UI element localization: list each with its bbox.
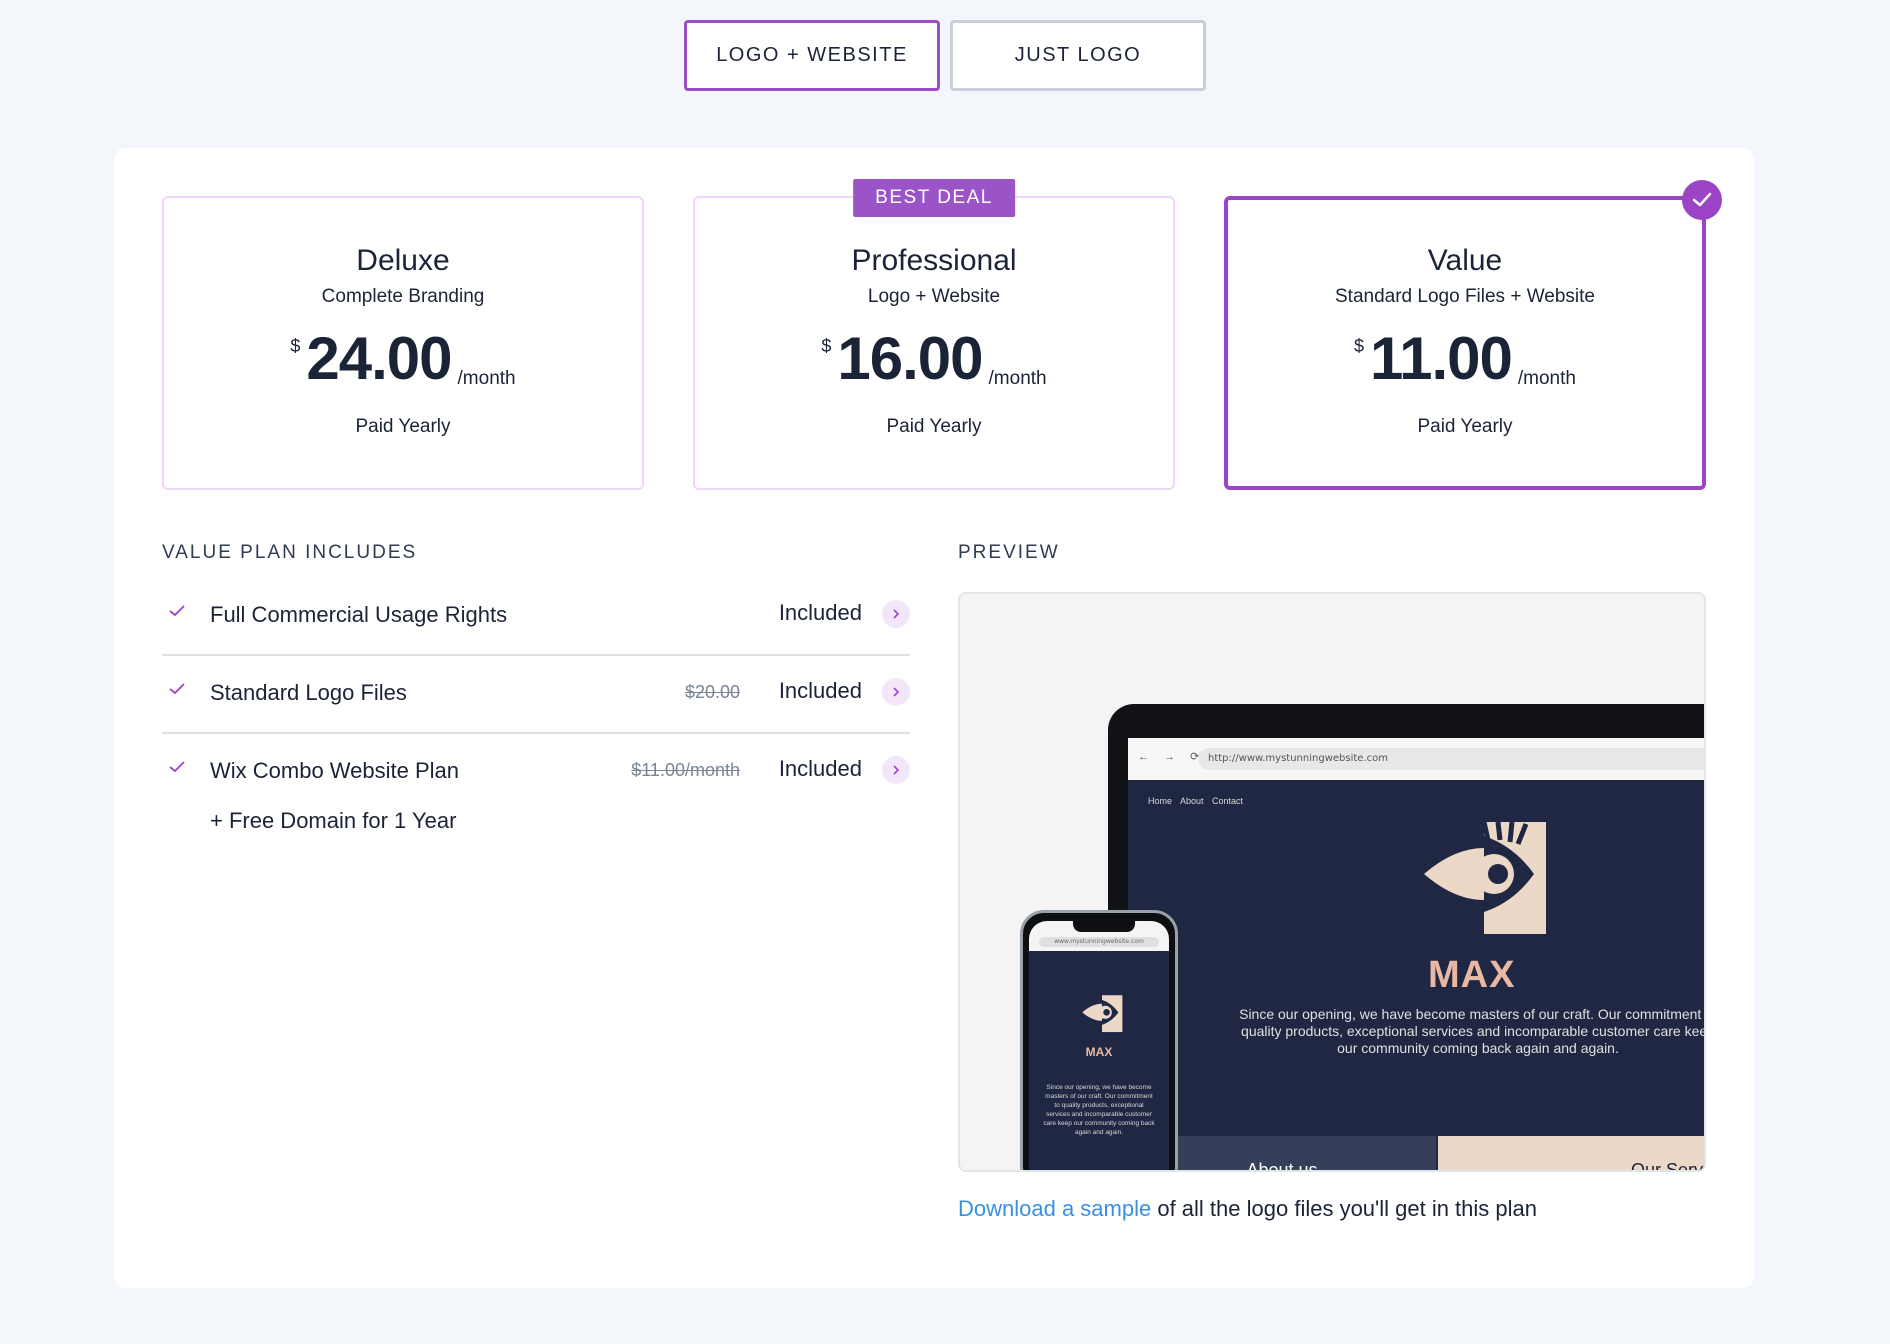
list-item: Full Commercial Usage Rights Included [162,578,910,656]
price-period: /month [457,368,516,389]
price-currency: $ [1354,336,1365,356]
price-period: /month [988,368,1047,389]
include-extra: + Free Domain for 1 Year [210,808,457,833]
include-label: Wix Combo Website Plan [210,758,460,783]
plan-type-toggle: LOGO + WEBSITE JUST LOGO [0,20,1890,91]
price-period: /month [1517,368,1576,389]
include-label: Standard Logo Files [210,680,407,705]
toggle-logo-website[interactable]: LOGO + WEBSITE [684,20,940,91]
preview-image: ← → ⟳ http://www.mystunningwebsite.com H… [958,592,1706,1172]
plans-row: Deluxe Complete Branding $ 24.00 /month … [162,179,1722,490]
chevron-right-icon[interactable] [882,756,910,784]
phone-screen: www.mystunningwebsite.com MAX Since our … [1029,921,1169,1170]
phone-mockup: www.mystunningwebsite.com MAX Since our … [1020,910,1178,1170]
site-nav: Home About Contact [1148,796,1244,806]
check-icon [168,604,186,623]
plan-professional[interactable]: BEST DEAL Professional Logo + Website $ … [693,179,1175,490]
price-row: $ 11.00 /month [1228,328,1702,392]
check-icon [168,682,186,701]
plan-billing: Paid Yearly [886,416,982,437]
price-currency: $ [290,336,301,356]
plan-desc: Standard Logo Files + Website [1335,286,1595,307]
list-item: Wix Combo Website Plan $11.00/month Incl… [162,734,910,854]
old-price: $20.00 [684,682,740,702]
plan-billing: Paid Yearly [1417,416,1513,437]
site-text: Since our opening, we have become master… [1239,1006,1706,1056]
old-price: $11.00/month [631,760,740,780]
include-status: Included [778,600,862,625]
best-deal-badge: BEST DEAL [853,179,1015,217]
preview-title: PREVIEW [958,542,1060,563]
price-row: $ 16.00 /month [695,328,1173,392]
plan-billing: Paid Yearly [355,416,451,437]
pricing-card: Deluxe Complete Branding $ 24.00 /month … [114,148,1754,1288]
browser-bar: ← → ⟳ http://www.mystunningwebsite.com [1128,738,1704,780]
eye-logo-icon [1079,993,1125,1038]
include-status: Included [778,678,862,703]
laptop-screen: ← → ⟳ http://www.mystunningwebsite.com H… [1128,738,1706,1170]
phone-site-text: Since our opening, we have become master… [1043,1084,1155,1136]
includes-title: VALUE PLAN INCLUDES [162,542,418,563]
include-label: Full Commercial Usage Rights [210,602,508,627]
plan-name: Value [1427,244,1503,277]
price-value: 16.00 [837,325,983,392]
check-icon [168,760,186,779]
plan-name: Professional [851,244,1017,277]
price-value: 24.00 [306,325,452,392]
chevron-right-icon[interactable] [882,600,910,628]
eye-logo-icon [1414,816,1554,941]
price-row: $ 24.00 /month [164,328,642,392]
site-title: MAX [1428,954,1516,996]
plan-name: Deluxe [356,244,450,277]
plan-desc: Complete Branding [321,286,485,307]
phone-site-title: MAX [1085,1045,1113,1059]
laptop-mockup: ← → ⟳ http://www.mystunningwebsite.com H… [1108,704,1706,1170]
price-currency: $ [821,336,832,356]
selected-check-icon [1682,180,1722,220]
include-status: Included [778,756,862,781]
url-bar: http://www.mystunningwebsite.com [1198,748,1704,770]
price-value: 11.00 [1370,325,1513,392]
toggle-just-logo[interactable]: JUST LOGO [950,20,1206,91]
site-service-button: Our Service [1438,1136,1704,1170]
includes-list: Full Commercial Usage Rights Included St… [162,578,910,854]
download-rest: of all the logo files you'll get in this… [1151,1196,1537,1221]
list-item: Standard Logo Files $20.00 Included [162,656,910,734]
download-sample-link[interactable]: Download a sample [958,1196,1151,1221]
phone-url: www.mystunningwebsite.com [1039,937,1159,947]
plan-value[interactable]: Value Standard Logo Files + Website $ 11… [1224,180,1722,490]
plan-deluxe[interactable]: Deluxe Complete Branding $ 24.00 /month … [162,196,644,490]
plan-desc: Logo + Website [867,286,1001,307]
browser-nav-icon: ← → ⟳ [1138,751,1206,763]
chevron-right-icon[interactable] [882,678,910,706]
download-line: Download a sample of all the logo files … [958,1196,1537,1222]
phone-notch [1073,921,1135,932]
